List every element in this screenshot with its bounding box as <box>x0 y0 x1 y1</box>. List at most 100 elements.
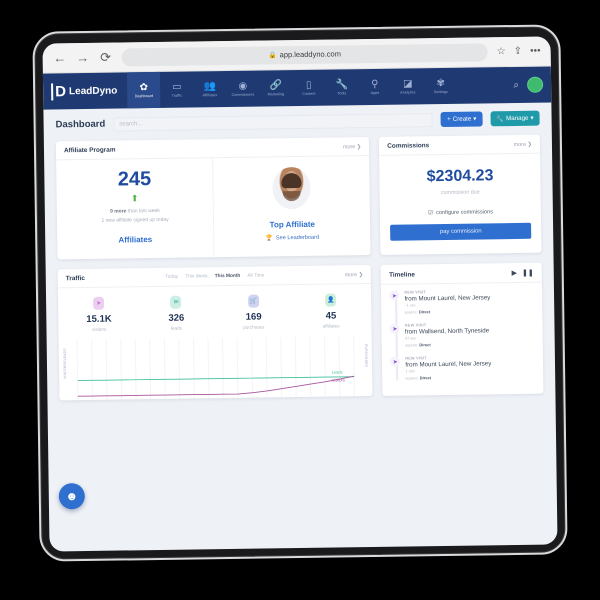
top-affiliate-link[interactable]: Top Affiliate <box>270 220 315 230</box>
timeline-entry-source: source: Direct <box>405 374 535 380</box>
top-affiliate-column: Top Affiliate 🏆 See Leaderboard <box>212 156 371 256</box>
create-label: Create <box>452 115 472 123</box>
nav-item-tools[interactable]: 🔧 Tools <box>325 69 358 105</box>
more-link[interactable]: more ❯ <box>343 144 361 150</box>
nav-item-analytics[interactable]: ◪ Analytics <box>391 68 424 104</box>
brand-logo[interactable]: D LeadDyno <box>43 72 128 109</box>
traffic-stat-visitors: ➤ 15.1K visitors <box>60 296 138 332</box>
configure-label: configure commissions <box>436 209 494 217</box>
search-icon[interactable]: ⌕ <box>513 79 519 90</box>
nav-item-affiliates[interactable]: 👥 Affiliates <box>193 71 226 107</box>
timeline-entry[interactable]: ➤ NEW VISIT from Mount Laurel, New Jersey ~… <box>389 289 534 315</box>
app-top-nav: D LeadDyno ✿ Dashboard ▭ Traffic 👥 Affiliates… <box>42 66 552 110</box>
traffic-range-tabs: Today This Week This Month All Time <box>165 273 264 279</box>
nav-item-content[interactable]: ▯ Content <box>292 70 325 106</box>
chart-y2-axis-label: PURCHASES <box>364 344 369 368</box>
nav-item-dashboard[interactable]: ✿ Dashboard <box>127 71 161 109</box>
traffic-tab[interactable]: Today <box>165 275 178 280</box>
nav-item-label: Apps <box>370 90 380 95</box>
see-leaderboard-link[interactable]: 🏆 See Leaderboard <box>266 235 319 242</box>
traffic-stat-leads: ✉ 326 leads <box>137 295 215 331</box>
visit-cursor-icon: ➤ <box>389 290 400 301</box>
url-text: app.leaddyno.com <box>279 49 341 60</box>
more-options-icon[interactable]: ••• <box>530 46 541 57</box>
purchases-icon: 🛒 <box>247 294 260 308</box>
affiliates-link[interactable]: Affiliates <box>118 235 152 244</box>
url-bar[interactable]: 🔒 app.leaddyno.com <box>121 42 488 66</box>
nav-item-commissions[interactable]: ◉ Commissions <box>226 71 259 107</box>
card-title: Affiliate Program <box>63 146 116 155</box>
timeline-entry-source: source: Direct <box>405 308 535 314</box>
affiliate-delta-rest: than last week <box>126 207 160 215</box>
traffic-stat-purchases: 🛒 169 purchases <box>215 294 293 330</box>
chevron-down-icon: ▾ <box>473 115 477 123</box>
nav-item-label: Tools <box>337 90 347 95</box>
create-button[interactable]: + Create ▾ <box>440 111 483 128</box>
nav-item-label: Commissions <box>231 92 255 97</box>
traffic-body: ➤ 15.1K visitors ✉ 326 leads 🛒 169 purchases 👤 45 a… <box>57 283 373 401</box>
stat-label: visitors <box>91 326 107 332</box>
nav-item-traffic[interactable]: ▭ Traffic <box>160 71 193 107</box>
traffic-chart: VISITORS/LEADS PURCHASES Leads Visitors <box>59 334 373 401</box>
stat-value: 169 <box>245 311 262 323</box>
brand-mark-icon: D <box>51 82 66 100</box>
visitors-icon: ➤ <box>93 296 105 310</box>
brand-name: LeadDyno <box>68 85 118 97</box>
more-link[interactable]: more ❯ <box>514 141 532 147</box>
manage-button[interactable]: 🔧 Manage ▾ <box>490 110 540 127</box>
timeline-entry[interactable]: ➤ NEW VISIT from Mount Laurel, New Jersey 1… <box>390 355 535 381</box>
nav-right-actions: ⌕ <box>505 66 551 103</box>
wrench-icon: 🔧 <box>496 115 505 123</box>
source-value: Direct <box>419 342 431 348</box>
series-label-visitors: Visitors <box>331 377 345 383</box>
nav-item-settings[interactable]: ✾ Settings <box>424 68 457 104</box>
traffic-tab[interactable]: All Time <box>247 273 264 278</box>
search-input[interactable]: search... <box>113 112 434 132</box>
nav-item-label: Traffic <box>171 93 183 98</box>
bookmark-star-icon[interactable]: ☆ <box>497 46 506 57</box>
dashboard-icon: ✿ <box>139 81 149 93</box>
screenshot-stage: ← → ⟳ 🔒 app.leaddyno.com ☆ ⇪ ••• D LeadD… <box>0 0 600 600</box>
back-icon[interactable]: ← <box>53 50 67 65</box>
visit-cursor-icon: ➤ <box>390 356 401 367</box>
stat-value: 15.1K <box>86 313 112 325</box>
leads-icon: ✉ <box>170 295 182 309</box>
card-title: Timeline <box>389 270 415 279</box>
nav-item-marketing[interactable]: 🔗 Marketing <box>259 70 292 106</box>
tools-icon: 🔧 <box>335 78 349 90</box>
timeline-header: Timeline ▶ ❚❚ <box>381 263 542 284</box>
nav-item-label: Content <box>302 91 316 96</box>
nav-item-apps[interactable]: ⚲ Apps <box>358 69 391 105</box>
tablet-screen: ← → ⟳ 🔒 app.leaddyno.com ☆ ⇪ ••• D LeadD… <box>42 36 558 552</box>
commissions-body: $2304.23 commission due ☑ configure comm… <box>379 152 542 255</box>
share-icon[interactable]: ⇪ <box>514 46 523 57</box>
traffic-tab[interactable]: This Week <box>185 274 208 279</box>
timeline-entry-time: ~1 sec <box>404 303 416 308</box>
reload-icon[interactable]: ⟳ <box>99 49 113 64</box>
timeline-items: ➤ NEW VISIT from Mount Laurel, New Jersey ~… <box>389 289 535 381</box>
nav-item-label: Analytics <box>400 89 416 95</box>
forward-icon[interactable]: → <box>76 49 90 64</box>
lock-icon: 🔒 <box>268 51 277 59</box>
commission-amount: $2304.23 <box>426 167 494 186</box>
trophy-icon: 🏆 <box>265 235 273 242</box>
pay-commission-button[interactable]: pay commission <box>390 222 532 241</box>
play-icon[interactable]: ▶ <box>512 269 517 277</box>
configure-commissions-link[interactable]: ☑ configure commissions <box>390 209 531 217</box>
more-link[interactable]: more ❯ <box>345 272 363 278</box>
affiliates-icon: 👥 <box>203 80 217 92</box>
stat-label: affiliates <box>322 323 340 329</box>
timeline-body: ➤ NEW VISIT from Mount Laurel, New Jersey ~… <box>381 281 544 381</box>
top-affiliate-avatar <box>272 166 312 210</box>
pause-icon[interactable]: ❚❚ <box>522 269 534 277</box>
avatar[interactable] <box>527 76 544 93</box>
stat-label: purchases <box>243 324 265 330</box>
traffic-tab[interactable]: This Month <box>215 274 241 279</box>
commissions-card: Commissions more ❯ $2304.23 commission d… <box>379 134 542 255</box>
timeline-entry-time: 37 sec <box>404 336 417 341</box>
search-placeholder: search... <box>119 120 143 128</box>
affiliate-subtext-2: 1 new affiliate signed up today <box>101 216 169 224</box>
affiliates-stat-column: 245 ⬆ 9 more than last week 1 new affili… <box>56 158 214 257</box>
timeline-entry[interactable]: ➤ NEW VISIT from Wallsend, North Tyneside 3… <box>389 322 535 348</box>
chart-y-axis-label: VISITORS/LEADS <box>62 348 68 379</box>
